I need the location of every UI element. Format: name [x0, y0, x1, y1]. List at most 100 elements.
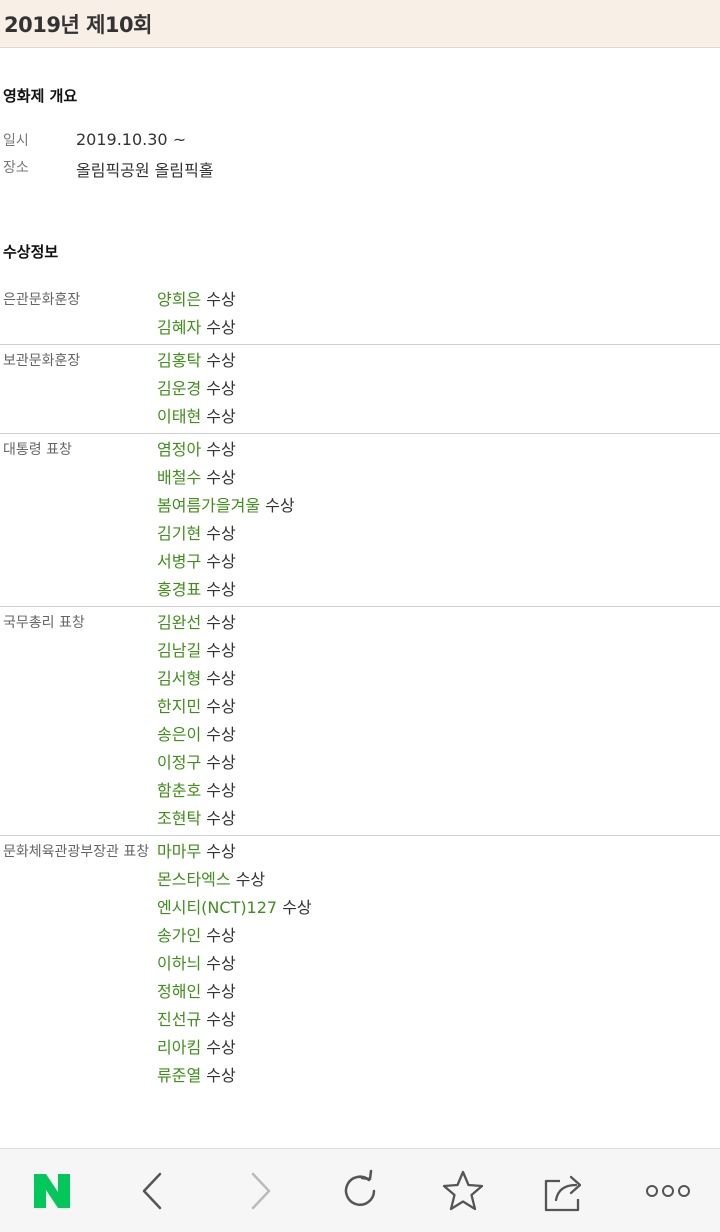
recipient-item: 김서형 수상 [157, 665, 720, 693]
recipient-link[interactable]: 김남길 [157, 641, 201, 660]
recipient-link[interactable]: 엔시티(NCT)127 [157, 898, 277, 917]
recipient-item: 류준열 수상 [157, 1062, 720, 1090]
recipient-item: 김운경 수상 [157, 375, 720, 403]
award-group: 국무총리 표창 김완선 수상 김남길 수상 김서형 수상 한지민 수상 송은이 수상 이정구… [0, 607, 720, 836]
recipient-item: 정해인 수상 [157, 978, 720, 1006]
refresh-icon [344, 1169, 376, 1206]
recipient-item: 한지민 수상 [157, 693, 720, 721]
share-button[interactable] [515, 1149, 615, 1232]
recipient-item: 송은이 수상 [157, 721, 720, 749]
awards-list: 은관문화훈장 양희은 수상 김혜자 수상 보관문화훈장 김홍탁 수상 김운경 수상 이태현 … [0, 284, 720, 1092]
award-suffix: 수상 [206, 725, 236, 744]
award-suffix: 수상 [206, 842, 236, 861]
award-suffix: 수상 [206, 753, 236, 772]
recipient-link[interactable]: 송은이 [157, 725, 201, 744]
recipient-link[interactable]: 이정구 [157, 753, 201, 772]
recipient-link[interactable]: 이하늬 [157, 954, 201, 973]
recipient-item: 송가인 수상 [157, 922, 720, 950]
recipient-item: 진선규 수상 [157, 1006, 720, 1034]
award-suffix: 수상 [206, 781, 236, 800]
bookmark-button[interactable] [413, 1149, 513, 1232]
browser-toolbar [0, 1148, 720, 1232]
recipient-item: 엔시티(NCT)127 수상 [157, 894, 720, 922]
award-suffix: 수상 [206, 697, 236, 716]
recipient-link[interactable]: 김서형 [157, 669, 201, 688]
recipient-link[interactable]: 이태현 [157, 407, 201, 426]
award-suffix: 수상 [206, 1010, 236, 1029]
recipient-item: 서병구 수상 [157, 548, 720, 576]
recipient-link[interactable]: 몬스타엑스 [157, 870, 231, 889]
recipient-link[interactable]: 김완선 [157, 613, 201, 632]
award-suffix: 수상 [206, 641, 236, 660]
overview-heading: 영화제 개요 [3, 87, 78, 105]
recipient-link[interactable]: 류준열 [157, 1066, 201, 1085]
recipient-link[interactable]: 한지민 [157, 697, 201, 716]
recipient-link[interactable]: 김운경 [157, 379, 201, 398]
recipient-list: 김완선 수상 김남길 수상 김서형 수상 한지민 수상 송은이 수상 이정구 수상 함춘호 … [157, 607, 720, 835]
recipient-item: 염정아 수상 [157, 436, 720, 464]
info-label-venue: 장소 [3, 160, 29, 176]
back-button[interactable] [103, 1149, 203, 1232]
award-suffix: 수상 [206, 1066, 236, 1085]
recipient-link[interactable]: 마마무 [157, 842, 201, 861]
awards-heading: 수상정보 [3, 243, 59, 261]
recipient-link[interactable]: 배철수 [157, 468, 201, 487]
recipient-item: 봄여름가을겨울 수상 [157, 492, 720, 520]
page-title: 2019년 제10회 [4, 13, 152, 37]
info-label-date: 일시 [3, 133, 29, 149]
recipient-item: 마마무 수상 [157, 838, 720, 866]
recipient-link[interactable]: 조현탁 [157, 809, 201, 828]
recipient-item: 이태현 수상 [157, 403, 720, 431]
award-suffix: 수상 [206, 982, 236, 1001]
award-group: 은관문화훈장 양희은 수상 김혜자 수상 [0, 284, 720, 345]
recipient-item: 리아킴 수상 [157, 1034, 720, 1062]
recipient-item: 함춘호 수상 [157, 777, 720, 805]
recipient-item: 양희은 수상 [157, 286, 720, 314]
recipient-link[interactable]: 김홍탁 [157, 351, 201, 370]
recipient-link[interactable]: 서병구 [157, 552, 201, 571]
recipient-link[interactable]: 진선규 [157, 1010, 201, 1029]
recipient-item: 몬스타엑스 수상 [157, 866, 720, 894]
info-row-venue: 장소 올림픽공원 올림픽홀 [0, 157, 720, 183]
recipient-link[interactable]: 김기현 [157, 524, 201, 543]
recipient-item: 조현탁 수상 [157, 805, 720, 833]
award-suffix: 수상 [282, 898, 312, 917]
recipient-link[interactable]: 리아킴 [157, 1038, 201, 1057]
recipient-link[interactable]: 김혜자 [157, 318, 201, 337]
recipient-item: 김완선 수상 [157, 609, 720, 637]
chevron-left-icon [142, 1172, 162, 1210]
refresh-button[interactable] [310, 1149, 410, 1232]
award-category: 국무총리 표창 [3, 615, 85, 631]
award-suffix: 수상 [235, 870, 266, 889]
recipient-link[interactable]: 송가인 [157, 926, 201, 945]
award-suffix: 수상 [206, 926, 236, 945]
more-button[interactable] [618, 1149, 718, 1232]
recipient-link[interactable]: 홍경표 [157, 580, 201, 599]
naver-home-button[interactable] [2, 1149, 102, 1232]
award-category: 은관문화훈장 [3, 292, 81, 308]
award-suffix: 수상 [206, 318, 236, 337]
recipient-list: 김홍탁 수상 김운경 수상 이태현 수상 [157, 345, 720, 433]
recipient-link[interactable]: 봄여름가을겨울 [157, 496, 260, 515]
recipient-link[interactable]: 염정아 [157, 440, 201, 459]
info-value-venue: 올림픽공원 올림픽홀 [76, 161, 214, 180]
award-suffix: 수상 [206, 379, 236, 398]
award-suffix: 수상 [206, 440, 236, 459]
recipient-item: 김기현 수상 [157, 520, 720, 548]
forward-button[interactable] [210, 1149, 310, 1232]
chevron-right-icon [251, 1172, 271, 1210]
recipient-list: 양희은 수상 김혜자 수상 [157, 284, 720, 344]
recipient-link[interactable]: 양희은 [157, 290, 201, 309]
award-suffix: 수상 [206, 613, 236, 632]
award-suffix: 수상 [265, 496, 295, 515]
award-suffix: 수상 [206, 809, 236, 828]
recipient-link[interactable]: 정해인 [157, 982, 201, 1001]
recipient-link[interactable]: 함춘호 [157, 781, 201, 800]
recipient-item: 김홍탁 수상 [157, 347, 720, 375]
award-suffix: 수상 [206, 552, 236, 571]
more-dots-icon [646, 1185, 690, 1197]
naver-n-icon [34, 1174, 70, 1208]
award-suffix: 수상 [206, 290, 236, 309]
recipient-item: 이하늬 수상 [157, 950, 720, 978]
award-group: 대통령 표창 염정아 수상 배철수 수상 봄여름가을겨울 수상 김기현 수상 서병구 수상… [0, 434, 720, 607]
